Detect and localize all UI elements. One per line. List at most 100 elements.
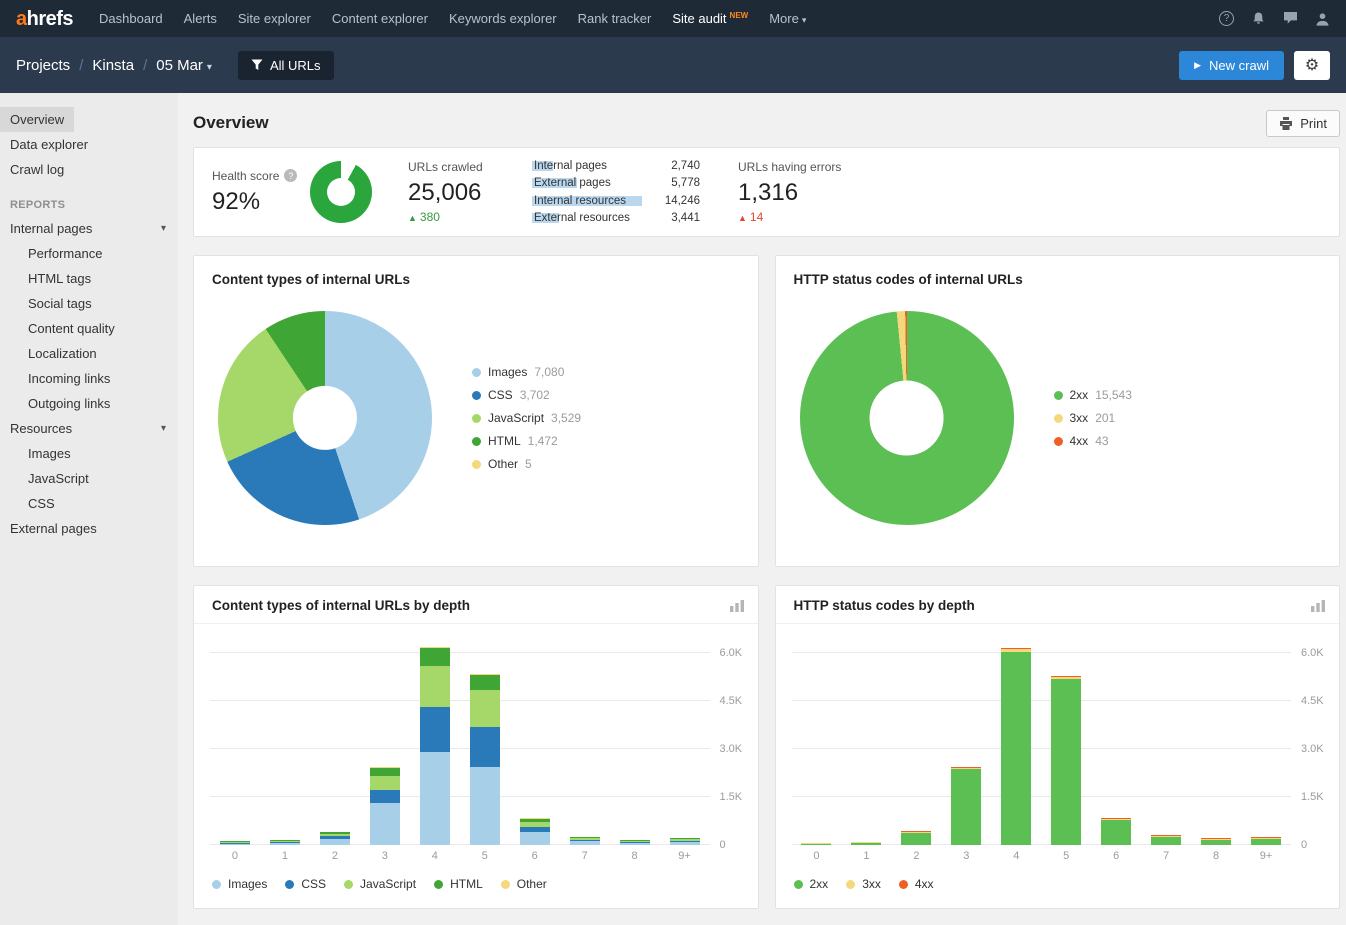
bar-column-depth-7[interactable] bbox=[1141, 835, 1191, 845]
chart-legend: Images7,080 CSS3,702 JavaScript3,529 HTML1,… bbox=[472, 365, 581, 471]
bar-column-depth-3[interactable] bbox=[360, 767, 410, 845]
bar-segment-images bbox=[270, 843, 300, 845]
legend-value: 7,080 bbox=[534, 365, 564, 379]
nav-item-alerts[interactable]: Alerts bbox=[184, 11, 217, 26]
nav-item-more[interactable]: More▾ bbox=[769, 11, 806, 26]
bar-column-depth-6[interactable] bbox=[510, 818, 560, 845]
legend-item-other[interactable]: Other bbox=[501, 877, 547, 891]
all-urls-filter-button[interactable]: All URLs bbox=[238, 51, 334, 80]
legend-item-4xx[interactable]: 4xx bbox=[899, 877, 934, 891]
sidebar-item-external-pages[interactable]: External pages bbox=[0, 516, 178, 541]
breadcrumb-kinsta[interactable]: Kinsta bbox=[92, 57, 134, 74]
bar-column-depth-0[interactable] bbox=[792, 843, 842, 845]
help-icon[interactable]: ? bbox=[1219, 11, 1234, 26]
sidebar-item-resources[interactable]: Resources▾ bbox=[0, 416, 178, 441]
breakdown-row-internal-pages[interactable]: Internal pages2,740 bbox=[534, 157, 700, 175]
legend-label: Other bbox=[517, 877, 547, 891]
sidebar-item-css[interactable]: CSS bbox=[0, 491, 65, 516]
bar-column-depth-3[interactable] bbox=[941, 767, 991, 845]
legend-item-2xx[interactable]: 2xx bbox=[794, 877, 829, 891]
bar-column-depth-4[interactable] bbox=[991, 648, 1041, 845]
legend-dot bbox=[501, 880, 510, 889]
health-score-value: 92% bbox=[212, 188, 308, 216]
legend-item-3xx[interactable]: 3xx bbox=[846, 877, 881, 891]
ahrefs-logo[interactable]: ahrefs bbox=[16, 9, 73, 29]
breadcrumb-separator: / bbox=[79, 57, 83, 74]
messages-icon[interactable] bbox=[1283, 12, 1298, 25]
breadcrumb-05-mar[interactable]: 05 Mar▾ bbox=[156, 57, 212, 74]
bar-column-depth-8[interactable] bbox=[610, 840, 660, 845]
sidebar-item-localization[interactable]: Localization bbox=[0, 341, 107, 366]
settings-button[interactable]: ⚙ bbox=[1294, 51, 1330, 80]
bar-column-depth-5[interactable] bbox=[460, 674, 510, 845]
legend-item-javascript[interactable]: JavaScript bbox=[344, 877, 416, 891]
bar-column-depth-1[interactable] bbox=[841, 842, 891, 845]
y-tick-label: 3.0K bbox=[720, 743, 743, 755]
bar-column-depth-9[interactable] bbox=[660, 838, 710, 845]
bar-column-depth-5[interactable] bbox=[1041, 676, 1091, 845]
nav-item-site-audit[interactable]: Site auditNEW bbox=[672, 11, 748, 26]
sidebar-item-javascript[interactable]: JavaScript bbox=[0, 466, 99, 491]
chart-type-icon[interactable] bbox=[1311, 600, 1325, 612]
breakdown-row-external-resources[interactable]: External resources3,441 bbox=[534, 210, 700, 228]
x-tick-label: 9+ bbox=[1241, 850, 1291, 862]
sidebar-item-overview[interactable]: Overview bbox=[0, 107, 74, 132]
breakdown-row-internal-resources[interactable]: Internal resources14,246 bbox=[534, 192, 700, 210]
bar-column-depth-4[interactable] bbox=[410, 647, 460, 845]
sidebar-item-data-explorer[interactable]: Data explorer bbox=[0, 132, 98, 157]
account-icon[interactable] bbox=[1315, 12, 1330, 26]
bar-column-depth-6[interactable] bbox=[1091, 818, 1141, 845]
sidebar-item-html-tags[interactable]: HTML tags bbox=[0, 266, 101, 291]
sidebar-item-crawl-log[interactable]: Crawl log bbox=[0, 157, 74, 182]
notifications-bell-icon[interactable] bbox=[1251, 12, 1266, 26]
stacked-bar bbox=[520, 818, 550, 845]
nav-item-content-explorer[interactable]: Content explorer bbox=[332, 11, 428, 26]
chart-type-icon[interactable] bbox=[730, 600, 744, 612]
legend-value: 1,472 bbox=[528, 434, 558, 448]
legend-item-images[interactable]: Images7,080 bbox=[472, 365, 581, 379]
http-status-donut-chart[interactable] bbox=[800, 311, 1014, 525]
sidebar-item-images[interactable]: Images bbox=[0, 441, 81, 466]
x-tick-label: 6 bbox=[510, 850, 560, 862]
sidebar-item-performance[interactable]: Performance bbox=[0, 241, 112, 266]
nav-item-site-explorer[interactable]: Site explorer bbox=[238, 11, 311, 26]
sidebar-item-social-tags[interactable]: Social tags bbox=[0, 291, 102, 316]
breakdown-row-external-pages[interactable]: External pages5,778 bbox=[534, 175, 700, 193]
sidebar-item-incoming-links[interactable]: Incoming links bbox=[0, 366, 120, 391]
legend-item-images[interactable]: Images bbox=[212, 877, 267, 891]
urls-crawled-stat: URLs crawled 25,006 ▲380 bbox=[408, 160, 512, 224]
breakdown-label: External pages bbox=[534, 177, 644, 189]
legend-item-css[interactable]: CSS3,702 bbox=[472, 388, 581, 402]
legend-item-html[interactable]: HTML bbox=[434, 877, 483, 891]
bar-column-depth-1[interactable] bbox=[260, 840, 310, 845]
nav-item-rank-tracker[interactable]: Rank tracker bbox=[578, 11, 652, 26]
legend-item-html[interactable]: HTML1,472 bbox=[472, 434, 581, 448]
legend-item-4xx[interactable]: 4xx43 bbox=[1054, 434, 1132, 448]
bar-column-depth-2[interactable] bbox=[310, 832, 360, 845]
x-tick-label: 0 bbox=[210, 850, 260, 862]
sidebar-item-internal-pages[interactable]: Internal pages▾ bbox=[0, 216, 178, 241]
bar-column-depth-7[interactable] bbox=[560, 837, 610, 845]
bar-column-depth-9[interactable] bbox=[1241, 837, 1291, 845]
chevron-down-icon[interactable]: ▾ bbox=[161, 420, 166, 437]
legend-label: CSS bbox=[301, 877, 326, 891]
sidebar-item-outgoing-links[interactable]: Outgoing links bbox=[0, 391, 120, 416]
help-icon[interactable]: ? bbox=[284, 169, 297, 182]
nav-item-dashboard[interactable]: Dashboard bbox=[99, 11, 163, 26]
legend-item-3xx[interactable]: 3xx201 bbox=[1054, 411, 1132, 425]
all-urls-label: All URLs bbox=[270, 58, 321, 73]
nav-item-keywords-explorer[interactable]: Keywords explorer bbox=[449, 11, 557, 26]
chevron-down-icon[interactable]: ▾ bbox=[161, 220, 166, 237]
bar-column-depth-2[interactable] bbox=[891, 831, 941, 845]
sidebar-item-content-quality[interactable]: Content quality bbox=[0, 316, 125, 341]
print-button[interactable]: Print bbox=[1266, 110, 1340, 137]
legend-item-other[interactable]: Other5 bbox=[472, 457, 581, 471]
breadcrumb-projects[interactable]: Projects bbox=[16, 57, 70, 74]
legend-item-javascript[interactable]: JavaScript3,529 bbox=[472, 411, 581, 425]
content-types-donut-chart[interactable] bbox=[218, 311, 432, 525]
new-crawl-button[interactable]: ▶New crawl bbox=[1179, 51, 1284, 80]
bar-column-depth-8[interactable] bbox=[1191, 838, 1241, 845]
bar-column-depth-0[interactable] bbox=[210, 841, 260, 845]
legend-item-css[interactable]: CSS bbox=[285, 877, 326, 891]
legend-item-2xx[interactable]: 2xx15,543 bbox=[1054, 388, 1132, 402]
